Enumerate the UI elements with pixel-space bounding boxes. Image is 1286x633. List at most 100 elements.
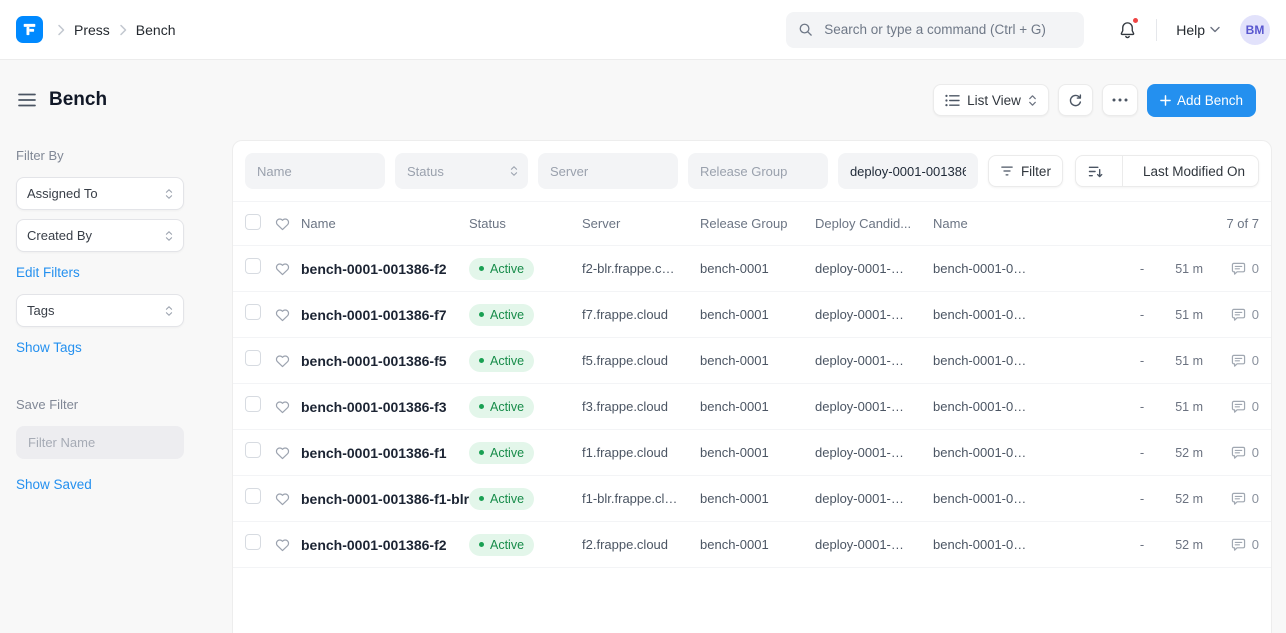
bench-name[interactable]: bench-0001-001386-f1 — [301, 445, 469, 461]
favorite-heart-icon[interactable] — [275, 308, 301, 322]
breadcrumb-bench[interactable]: Bench — [136, 22, 176, 38]
comment-count: 0 — [1252, 445, 1259, 460]
user-avatar[interactable]: BM — [1240, 15, 1270, 45]
comments-cell[interactable]: 0 — [1203, 445, 1259, 460]
edit-filters-link[interactable]: Edit Filters — [16, 265, 80, 280]
comments-cell[interactable]: 0 — [1203, 399, 1259, 414]
divider — [1122, 156, 1123, 186]
add-bench-button[interactable]: Add Bench — [1147, 84, 1256, 117]
name-2-cell: bench-0001-0… — [933, 445, 1063, 460]
row-checkbox[interactable] — [245, 258, 261, 274]
chevron-updown-icon — [510, 165, 518, 177]
refresh-icon — [1068, 93, 1083, 108]
column-header-status[interactable]: Status — [469, 216, 582, 231]
table-row[interactable]: bench-0001-001386-f7 Active f7.frappe.cl… — [233, 292, 1271, 338]
view-selector-label: List View — [967, 93, 1021, 108]
row-checkbox[interactable] — [245, 350, 261, 366]
favorite-heart-icon[interactable] — [275, 446, 301, 460]
row-checkbox[interactable] — [245, 488, 261, 504]
comments-cell[interactable]: 0 — [1203, 353, 1259, 368]
select-all-checkbox[interactable] — [245, 214, 261, 230]
search-input[interactable] — [822, 21, 1072, 38]
favorite-heart-icon[interactable] — [275, 400, 301, 414]
bench-name[interactable]: bench-0001-001386-f2 — [301, 261, 469, 277]
show-tags-link[interactable]: Show Tags — [16, 340, 82, 355]
comment-icon — [1231, 308, 1246, 322]
status-label: Active — [490, 308, 524, 322]
column-header-name-2[interactable]: Name — [933, 216, 1063, 231]
deploy-candidate-filter-input[interactable] — [838, 153, 978, 189]
more-options-button[interactable] — [1102, 84, 1138, 116]
deploy-candidate-cell: deploy-0001-… — [815, 537, 933, 552]
name-2-cell: bench-0001-0… — [933, 537, 1063, 552]
command-search[interactable] — [786, 12, 1084, 48]
comments-cell[interactable]: 0 — [1203, 537, 1259, 552]
status-filter-select[interactable]: Status — [395, 153, 528, 189]
column-header-server[interactable]: Server — [582, 216, 700, 231]
filter-button-label: Filter — [1021, 164, 1051, 179]
row-count: 7 of 7 — [1226, 216, 1259, 231]
deploy-candidate-cell: deploy-0001-… — [815, 261, 933, 276]
bench-name[interactable]: bench-0001-001386-f7 — [301, 307, 469, 323]
assigned-to-label: Assigned To — [27, 186, 98, 201]
server-cell: f2.frappe.cloud — [582, 537, 700, 552]
notifications-bell-icon[interactable] — [1118, 20, 1137, 40]
favorite-heart-icon[interactable] — [275, 538, 301, 552]
column-header-release-group[interactable]: Release Group — [700, 216, 815, 231]
server-filter-input[interactable] — [538, 153, 678, 189]
frappe-logo-icon[interactable] — [16, 16, 43, 43]
filter-button[interactable]: Filter — [988, 155, 1063, 187]
favorite-heart-icon[interactable] — [275, 354, 301, 368]
name-filter-input[interactable] — [245, 153, 385, 189]
table-row[interactable]: bench-0001-001386-f3 Active f3.frappe.cl… — [233, 384, 1271, 430]
chevron-right-icon — [57, 24, 65, 36]
help-menu[interactable]: Help — [1176, 22, 1220, 38]
bench-name[interactable]: bench-0001-001386-f3 — [301, 399, 469, 415]
breadcrumb-press[interactable]: Press — [74, 22, 110, 38]
favorite-heart-icon[interactable] — [275, 492, 301, 506]
filter-funnel-icon — [1000, 165, 1014, 177]
status-badge: Active — [469, 534, 534, 556]
created-by-select[interactable]: Created By — [16, 219, 184, 252]
assigned-to-select[interactable]: Assigned To — [16, 177, 184, 210]
table-row[interactable]: bench-0001-001386-f1-blr Active f1-blr.f… — [233, 476, 1271, 522]
view-selector-button[interactable]: List View — [933, 84, 1049, 116]
comments-cell[interactable]: 0 — [1203, 491, 1259, 506]
table-row[interactable]: bench-0001-001386-f1 Active f1.frappe.cl… — [233, 430, 1271, 476]
deploy-candidate-cell: deploy-0001-… — [815, 445, 933, 460]
column-header-deploy-candidate[interactable]: Deploy Candid... — [815, 216, 933, 231]
bench-name[interactable]: bench-0001-001386-f2 — [301, 537, 469, 553]
row-checkbox[interactable] — [245, 304, 261, 320]
search-icon — [798, 22, 813, 37]
tags-select[interactable]: Tags — [16, 294, 184, 327]
column-header-name[interactable]: Name — [301, 216, 469, 231]
filter-by-label: Filter By — [16, 148, 216, 163]
comments-cell[interactable]: 0 — [1203, 261, 1259, 276]
sidebar-toggle-icon[interactable] — [16, 91, 38, 109]
row-checkbox[interactable] — [245, 396, 261, 412]
sort-button[interactable]: Last Modified On — [1075, 155, 1259, 187]
bench-name[interactable]: bench-0001-001386-f1-blr — [301, 491, 469, 507]
refresh-button[interactable] — [1058, 84, 1093, 116]
list-view-icon — [945, 94, 960, 107]
status-dot-icon — [479, 358, 484, 363]
row-checkbox[interactable] — [245, 442, 261, 458]
server-cell: f7.frappe.cloud — [582, 307, 700, 322]
name-2-cell: bench-0001-0… — [933, 307, 1063, 322]
bench-name[interactable]: bench-0001-001386-f5 — [301, 353, 469, 369]
name-2-cell: bench-0001-0… — [933, 261, 1063, 276]
table-row[interactable]: bench-0001-001386-f2 Active f2.frappe.cl… — [233, 522, 1271, 568]
comments-cell[interactable]: 0 — [1203, 307, 1259, 322]
favorite-heart-icon[interactable] — [275, 262, 301, 276]
row-checkbox[interactable] — [245, 534, 261, 550]
filter-name-input[interactable] — [16, 426, 184, 459]
page-header: Bench List View — [0, 60, 1286, 140]
comment-icon — [1231, 262, 1246, 276]
status-label: Active — [490, 262, 524, 276]
table-row[interactable]: bench-0001-001386-f5 Active f5.frappe.cl… — [233, 338, 1271, 384]
release-group-filter-input[interactable] — [688, 153, 828, 189]
empty-value-cell: - — [1127, 537, 1157, 552]
comment-count: 0 — [1252, 353, 1259, 368]
table-row[interactable]: bench-0001-001386-f2 Active f2-blr.frapp… — [233, 246, 1271, 292]
show-saved-link[interactable]: Show Saved — [16, 477, 92, 492]
